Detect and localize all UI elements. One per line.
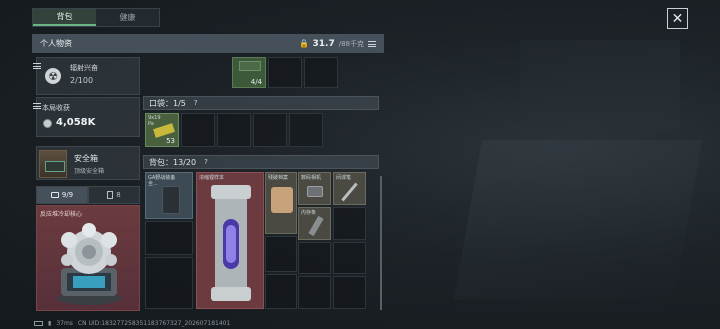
item-image <box>239 61 261 71</box>
reactor-core-card[interactable]: 反应堆冷却核心 <box>36 205 140 311</box>
memory-stick-name: 内存条 <box>301 210 317 216</box>
tab-batteries[interactable]: 8 <box>88 186 140 204</box>
equipment-tabs: 9/9 8 <box>36 186 140 204</box>
close-icon: ✕ <box>671 10 684 27</box>
ammo-type: Pa <box>148 121 154 127</box>
empty-slot[interactable] <box>289 113 323 147</box>
help-icon[interactable]: ? <box>194 99 198 107</box>
empty-slot[interactable] <box>265 274 297 309</box>
revenue-card[interactable]: 本局收获 4,058K <box>33 97 140 137</box>
inventory-item[interactable]: 4/4 <box>232 57 266 88</box>
empty-slot[interactable] <box>298 276 331 309</box>
empty-slot[interactable] <box>253 113 287 147</box>
memory-stick-item[interactable]: 内存条 <box>298 207 331 240</box>
empty-slot[interactable] <box>333 242 366 274</box>
reactor-core-label: 反应堆冷却核心 <box>40 211 83 218</box>
safe-box-name: 安全箱 <box>74 154 98 163</box>
empty-slot[interactable] <box>181 113 215 147</box>
empty-slot[interactable] <box>217 113 251 147</box>
revenue-label: 本局收获 <box>42 104 70 112</box>
ammo-box-icon <box>153 123 175 138</box>
menu-icon[interactable] <box>33 103 41 109</box>
rig-icon <box>162 186 180 214</box>
backpack-header: 背包： 13/20 ? <box>143 155 379 169</box>
tab-batteries-label: 8 <box>116 191 121 199</box>
empty-slot[interactable] <box>145 257 193 309</box>
top-tabs: 背包 健康 <box>32 8 160 27</box>
ammo-quantity: 53 <box>166 137 175 145</box>
backpack-label: 背包： <box>149 157 173 167</box>
ping-value: 37ms <box>56 320 73 327</box>
rig-sub: 全... <box>148 181 158 187</box>
weight-max: /88千克 <box>338 39 364 48</box>
background-rock <box>453 140 703 300</box>
tab-health[interactable]: 健康 <box>96 9 159 26</box>
ammo-item[interactable]: 9x19 Pa 53 <box>145 113 179 147</box>
status-footer: ▮ 37ms CN UID:183277258351183767327_2026… <box>34 320 230 327</box>
tab-cases-label: 9/9 <box>61 191 74 199</box>
safe-box-sub: 顶级安全箱 <box>74 168 105 175</box>
signal-icon: ▮ <box>48 320 52 327</box>
page-title: 个人物资 <box>40 39 72 48</box>
background-rock <box>520 40 680 130</box>
memory-stick-icon <box>308 215 324 237</box>
radiation-name: 辐射兴奋 <box>70 64 98 72</box>
briefcase-icon <box>50 192 59 198</box>
safe-box-thumbnail <box>39 150 67 178</box>
archive-item[interactable]: 残破档案 <box>265 172 297 234</box>
uid-text: CN UID:183277258351183767327_20260718140… <box>77 320 231 327</box>
spy-pen-name: 间谍笔 <box>336 175 352 181</box>
empty-slot[interactable] <box>268 57 302 88</box>
pocket-label: 口袋： <box>149 98 173 108</box>
revenue-value: 4,058K <box>56 117 96 128</box>
camera-icon <box>307 186 323 197</box>
camera-item[interactable]: 数码相机 <box>298 172 331 205</box>
tab-backpack[interactable]: 背包 <box>33 9 96 26</box>
item-quantity: 4/4 <box>250 78 262 86</box>
pocket-header: 口袋： 1/5 ? <box>143 96 379 110</box>
safe-box-icon <box>45 161 65 172</box>
battery-icon <box>34 321 43 326</box>
empty-slot[interactable] <box>304 57 338 88</box>
menu-icon[interactable] <box>368 40 376 47</box>
scrollbar[interactable] <box>380 176 382 310</box>
weight-icon: 🔒 <box>299 39 309 48</box>
lithium-sample-name: 浓缩锂样本 <box>199 175 225 181</box>
coin-icon <box>43 119 52 128</box>
inventory-header: 个人物资 🔒 31.7 /88千克 <box>32 34 384 53</box>
archive-icon <box>271 187 293 213</box>
help-icon[interactable]: ? <box>204 158 208 166</box>
pen-icon <box>341 182 358 202</box>
menu-icon[interactable] <box>33 63 41 69</box>
empty-slot[interactable] <box>333 276 366 309</box>
safe-box-card[interactable]: 安全箱 顶级安全箱 <box>36 146 140 180</box>
weight-readout: 🔒 31.7 /88千克 <box>299 38 376 49</box>
tab-cases[interactable]: 9/9 <box>36 186 88 204</box>
radiation-card[interactable]: ☢ 辐射兴奋 2/100 <box>33 57 140 95</box>
close-button[interactable]: ✕ <box>667 8 688 29</box>
canister-icon <box>211 185 251 301</box>
weight-current: 31.7 <box>312 38 335 49</box>
backpack-count: 13/20 <box>173 157 197 167</box>
archive-name: 残破档案 <box>268 175 289 181</box>
rig-item[interactable]: GA野战装备 全... <box>145 172 193 219</box>
camera-name: 数码相机 <box>301 175 322 181</box>
empty-slot[interactable] <box>298 242 331 274</box>
radiation-icon: ☢ <box>45 68 61 84</box>
reactor-core-image <box>57 223 121 305</box>
battery-icon <box>107 191 114 199</box>
empty-slot[interactable] <box>145 221 193 255</box>
lithium-sample-item[interactable]: 浓缩锂样本 <box>196 172 264 309</box>
pocket-count: 1/5 <box>173 98 186 108</box>
empty-slot[interactable] <box>333 207 366 240</box>
spy-pen-item[interactable]: 间谍笔 <box>333 172 366 205</box>
empty-slot[interactable] <box>265 236 297 272</box>
radiation-count: 2/100 <box>70 76 94 85</box>
